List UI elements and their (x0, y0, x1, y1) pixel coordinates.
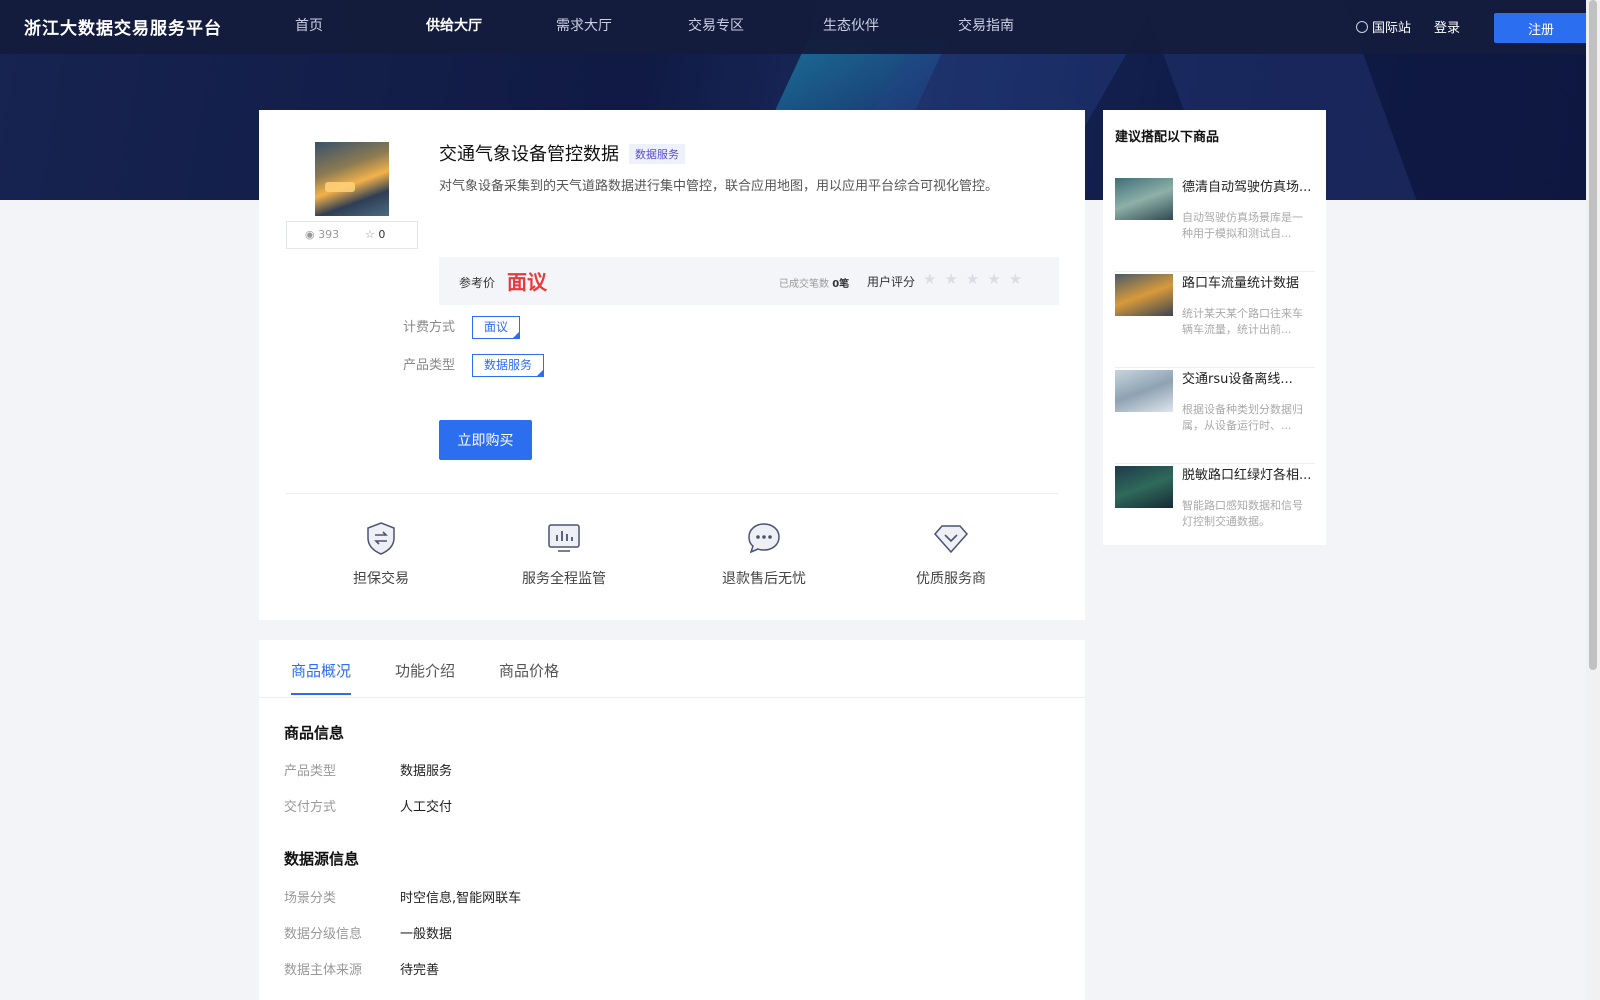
product-info-heading: 商品信息 (284, 724, 345, 742)
top-navbar: 浙江大数据交易服务平台 首页 供给大厅 需求大厅 交易专区 生态伙伴 交易指南 … (0, 0, 1600, 54)
recommended-item-desc: 自动驾驶仿真场景库是一种用于模拟和测试自... (1182, 211, 1303, 240)
recommended-item[interactable]: 脱敏路口红绿灯各相... 智能路口感知数据和信号灯控制交通数据。 (1115, 466, 1315, 560)
info-key: 数据主体来源 (284, 963, 363, 978)
info-key: 场景分类 (284, 891, 337, 906)
info-value: 时空信息,智能网联车 (400, 891, 522, 906)
main-nav: 首页 供给大厅 需求大厅 交易专区 生态伙伴 交易指南 (294, 0, 1014, 54)
monitor-chart-icon (548, 524, 580, 552)
feature-full-supervision: 服务全程监管 (494, 520, 634, 588)
divider (286, 493, 1058, 494)
view-count: ◉ 393 (305, 228, 340, 241)
product-description: 对气象设备采集到的天气道路数据进行集中管控，联合应用地图，用以应用平台综合可视化… (439, 179, 999, 194)
nav-item-home[interactable]: 首页 (294, 0, 324, 54)
nav-item-partners[interactable]: 生态伙伴 (823, 0, 879, 54)
deal-count: 已成交笔数 0笔 (779, 279, 850, 290)
recommended-item-thumbnail (1115, 466, 1173, 508)
international-site-link[interactable]: 国际站 (1356, 17, 1411, 36)
data-source-heading: 数据源信息 (284, 850, 360, 868)
nav-item-demand-hall[interactable]: 需求大厅 (556, 0, 612, 54)
feature-refund-worry-free: 退款售后无忧 (694, 520, 834, 588)
product-thumbnail (315, 142, 389, 216)
buy-now-button[interactable]: 立即购买 (439, 420, 532, 460)
register-button[interactable]: 注册 (1494, 13, 1588, 43)
recommended-heading: 建议搭配以下商品 (1115, 130, 1220, 145)
recommended-item[interactable]: 路口车流量统计数据 统计某天某个路口往来车辆车流量，统计出前... (1115, 274, 1315, 368)
price-panel: 参考价 面议 已成交笔数 0笔 用户评分 ★★★★★ (439, 257, 1059, 305)
scrollbar-thumb[interactable] (1589, 0, 1597, 670)
product-type-label: 产品类型 (403, 358, 456, 373)
feature-quality-provider: 优质服务商 (881, 520, 1021, 588)
billing-method-option[interactable]: 面议 (472, 316, 521, 339)
site-logo[interactable]: 浙江大数据交易服务平台 (24, 14, 222, 39)
favorite-count[interactable]: ☆ 0 (365, 228, 385, 241)
nav-item-supply-hall[interactable]: 供给大厅 (426, 0, 482, 54)
product-card: ◉ 393 ☆ 0 交通气象设备管控数据 数据服务 对气象设备采集到的天气道路数… (259, 110, 1085, 620)
recommended-item-desc: 统计某天某个路口往来车辆车流量，统计出前... (1182, 307, 1303, 336)
login-link[interactable]: 登录 (1434, 17, 1460, 36)
tab-overview[interactable]: 商品概况 (291, 660, 352, 695)
price-value: 面议 (507, 270, 547, 294)
info-value: 一般数据 (400, 927, 453, 942)
product-type-option[interactable]: 数据服务 (472, 354, 545, 377)
user-rating-label: 用户评分 (867, 275, 916, 289)
recommended-products: 建议搭配以下商品 德清自动驾驶仿真场... 自动驾驶仿真场景库是一种用于模拟和测… (1103, 110, 1326, 545)
product-category-badge: 数据服务 (629, 144, 685, 164)
product-stats: ◉ 393 ☆ 0 (286, 221, 418, 249)
tabs-divider (259, 697, 1085, 698)
recommended-item[interactable]: 德清自动驾驶仿真场... 自动驾驶仿真场景库是一种用于模拟和测试自... (1115, 178, 1315, 272)
recommended-item-desc: 根据设备种类划分数据归属，从设备运行时、... (1182, 403, 1303, 432)
info-key: 产品类型 (284, 764, 337, 779)
recommended-item-desc: 智能路口感知数据和信号灯控制交通数据。 (1182, 499, 1303, 528)
tab-pricing[interactable]: 商品价格 (499, 660, 559, 693)
billing-method-label: 计费方式 (403, 320, 456, 335)
info-value: 数据服务 (400, 764, 453, 779)
tab-features[interactable]: 功能介绍 (395, 660, 455, 693)
feature-guaranteed-trade: 担保交易 (311, 520, 451, 588)
international-site-label: 国际站 (1372, 21, 1412, 36)
star-icon: ☆ (365, 228, 375, 241)
info-key: 交付方式 (284, 800, 337, 815)
recommended-item-thumbnail (1115, 178, 1173, 220)
nav-item-trade-zone[interactable]: 交易专区 (688, 0, 744, 54)
product-detail-tabs: 商品概况 功能介绍 商品价格 商品信息 产品类型 数据服务 交付方式 人工交付 … (259, 640, 1085, 1000)
recommended-item-thumbnail (1115, 370, 1173, 412)
diamond-icon (934, 525, 968, 554)
info-value: 待完善 (400, 963, 440, 978)
nav-item-trade-guide[interactable]: 交易指南 (958, 0, 1014, 54)
recommended-item[interactable]: 交通rsu设备离线... 根据设备种类划分数据归属，从设备运行时、... (1115, 370, 1315, 464)
chat-bubble-icon (748, 523, 780, 554)
globe-icon (1356, 20, 1368, 33)
info-value: 人工交付 (400, 800, 453, 815)
product-title: 交通气象设备管控数据 (439, 144, 619, 165)
page-scrollbar[interactable] (1586, 0, 1600, 1000)
info-key: 数据分级信息 (284, 927, 363, 942)
recommended-item-thumbnail (1115, 274, 1173, 316)
reference-price-label: 参考价 (459, 276, 496, 290)
rating-stars: ★★★★★ (923, 270, 1031, 288)
shield-exchange-icon (367, 522, 395, 555)
eye-icon: ◉ (305, 228, 315, 241)
